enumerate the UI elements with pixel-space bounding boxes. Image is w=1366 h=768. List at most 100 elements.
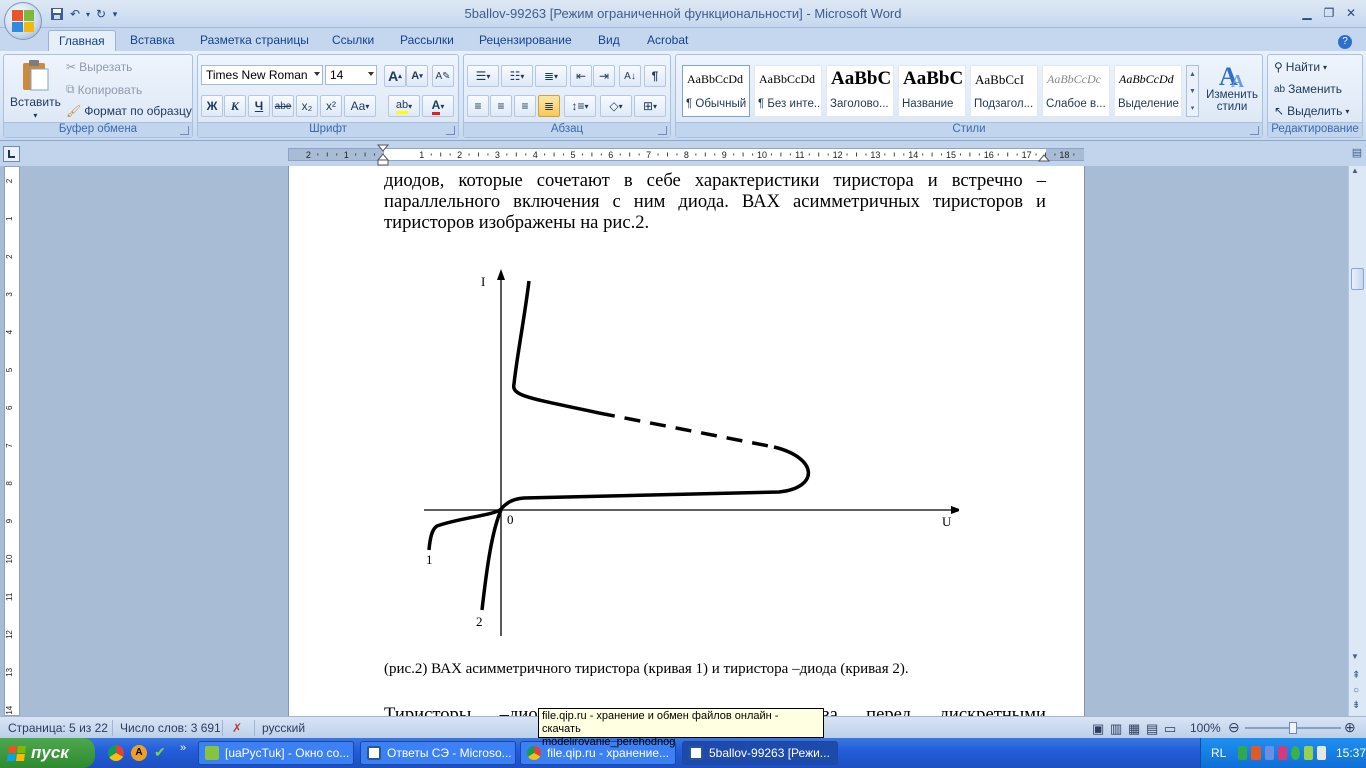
scroll-up-icon[interactable]: ▲ <box>1351 166 1359 175</box>
zoom-slider[interactable] <box>1245 722 1341 734</box>
bold-button[interactable]: Ж <box>201 95 223 117</box>
numbering-button[interactable]: ☷ ▾ <box>501 65 533 87</box>
copy-button[interactable]: ⧉ Копировать <box>66 82 142 97</box>
vertical-scrollbar[interactable]: ▲ ▼ ⇞ ○ ⇟ <box>1348 166 1366 716</box>
tab-review[interactable]: Рецензирование <box>469 30 582 51</box>
clipboard-dialog-launcher-icon[interactable] <box>180 126 189 135</box>
decrease-indent-button[interactable]: ⇤ <box>570 65 592 87</box>
document-area[interactable]: диодов, которые сочетают в себе характер… <box>21 166 1347 716</box>
style-heading[interactable]: AaBbC Заголово... <box>826 65 894 117</box>
quick-launch-more-icon[interactable]: » <box>180 742 186 754</box>
find-button[interactable]: ⚲ Найти ▾ <box>1274 60 1327 74</box>
format-painter-button[interactable]: 🖌 Формат по образцу <box>66 104 192 118</box>
office-button[interactable] <box>4 2 42 40</box>
browse-object-icon[interactable]: ○ <box>1353 685 1359 696</box>
taskbar-item[interactable]: Ответы СЭ - Microso... <box>360 741 516 765</box>
change-styles-button[interactable]: AA Изменить стили <box>1204 61 1260 113</box>
qip-tray-icon[interactable] <box>1303 746 1313 760</box>
zoom-in-icon[interactable]: ⊕ <box>1344 719 1356 736</box>
superscript-button[interactable]: x² <box>320 95 342 117</box>
web-layout-view-icon[interactable]: ▦ <box>1128 721 1140 737</box>
help-icon[interactable]: ? <box>1334 30 1356 51</box>
font-color-button[interactable]: A ▾ <box>422 95 454 117</box>
messenger-icon[interactable] <box>1290 746 1300 760</box>
style-title[interactable]: AaBbC Название <box>898 65 966 117</box>
app-tray-icon[interactable] <box>1277 746 1287 760</box>
style-emphasis[interactable]: AaBbCcDd Выделение <box>1114 65 1182 117</box>
increase-indent-button[interactable]: ⇥ <box>593 65 615 87</box>
next-page-icon[interactable]: ⇟ <box>1352 700 1360 711</box>
multilevel-list-button[interactable]: ≣ ▾ <box>535 65 567 87</box>
full-screen-reading-view-icon[interactable]: ▥ <box>1110 721 1122 737</box>
tab-insert[interactable]: Вставка <box>120 30 185 51</box>
page-indicator[interactable]: Страница: 5 из 22 <box>8 721 108 735</box>
vertical-ruler[interactable]: 212345678910111213141516 <box>4 166 20 716</box>
scroll-down-icon[interactable]: ▼ <box>1351 652 1359 661</box>
word-count[interactable]: Число слов: 3 691 <box>120 721 221 735</box>
print-layout-view-icon[interactable]: ▣ <box>1092 721 1104 737</box>
tab-references[interactable]: Ссылки <box>322 30 384 51</box>
paste-button[interactable]: Вставить ▾ <box>10 59 61 120</box>
shading-button[interactable]: ◇ ▾ <box>600 95 632 117</box>
clear-formatting-button[interactable]: A✎ <box>432 65 454 87</box>
previous-page-icon[interactable]: ⇞ <box>1352 670 1360 681</box>
language-indicator[interactable]: RL <box>1211 746 1226 760</box>
style-no-spacing[interactable]: AaBbCcDd ¶ Без инте... <box>754 65 822 117</box>
styles-gallery-scroll[interactable]: ▲ ▼ ▾ <box>1186 65 1199 117</box>
indent-marker-icon[interactable] <box>377 144 389 166</box>
zoom-level[interactable]: 100% <box>1190 721 1221 735</box>
borders-button[interactable]: ⊞ ▾ <box>634 95 666 117</box>
align-right-button[interactable]: ≡ <box>514 95 536 117</box>
clock[interactable]: 15:37 <box>1336 746 1366 760</box>
start-button[interactable]: пуск <box>0 738 95 768</box>
app-tray-icon[interactable] <box>1251 746 1261 760</box>
close-icon[interactable]: ✕ <box>1340 4 1362 22</box>
taskbar-item[interactable]: [uaPycTuk] - Окно со... <box>198 741 354 765</box>
show-marks-button[interactable]: ¶ <box>644 65 666 87</box>
tab-home[interactable]: Главная <box>48 30 116 51</box>
chrome-icon[interactable] <box>108 745 124 761</box>
highlight-button[interactable]: ab ▾ <box>388 95 420 117</box>
restore-icon[interactable]: ❐ <box>1318 4 1340 22</box>
justify-button[interactable]: ≣ <box>538 95 560 117</box>
right-indent-marker-icon[interactable] <box>1038 152 1050 162</box>
tab-mailings[interactable]: Рассылки <box>390 30 464 51</box>
safely-remove-icon[interactable] <box>1316 746 1326 760</box>
cut-button[interactable]: ✂ Вырезать <box>66 60 132 74</box>
zoom-out-icon[interactable]: ⊖ <box>1228 719 1240 736</box>
tab-selector-icon[interactable] <box>3 146 20 162</box>
change-case-button[interactable]: Aa ▾ <box>344 95 376 117</box>
scroll-thumb[interactable] <box>1351 268 1364 290</box>
qip-icon[interactable]: ✔ <box>154 744 166 761</box>
shrink-font-button[interactable]: A ▾ <box>406 65 428 87</box>
horizontal-ruler[interactable]: 2 1 1 2 3 4 5 6 7 8 9 10 11 12 13 14 15 16 17 18 <box>288 148 1084 161</box>
align-left-button[interactable]: ≡ <box>467 95 489 117</box>
style-subtitle[interactable]: AaBbCcI Подзагол... <box>970 65 1038 117</box>
aimp-icon[interactable]: A <box>131 745 147 761</box>
tab-acrobat[interactable]: Acrobat <box>637 30 698 51</box>
select-button[interactable]: ↖ Выделить ▾ <box>1274 104 1349 118</box>
spelling-check-icon[interactable]: ✗ <box>232 721 242 735</box>
strikethrough-button[interactable]: abe <box>272 95 294 117</box>
document-page[interactable]: диодов, которые сочетают в себе характер… <box>289 166 1084 716</box>
replace-button[interactable]: ab Заменить <box>1274 82 1342 96</box>
language-indicator[interactable]: русский <box>262 721 305 735</box>
outline-view-icon[interactable]: ▤ <box>1146 721 1158 737</box>
style-subtle-emphasis[interactable]: AaBbCcDc Слабое в... <box>1042 65 1110 117</box>
minimize-icon[interactable]: ▁ <box>1296 4 1318 22</box>
tab-page-layout[interactable]: Разметка страницы <box>190 30 319 51</box>
network-icon[interactable] <box>1238 746 1248 760</box>
view-ruler-icon[interactable]: ▤ <box>1349 146 1365 164</box>
style-normal[interactable]: AaBbCcDd ¶ Обычный <box>682 65 750 117</box>
bullets-button[interactable]: ☰ ▾ <box>467 65 499 87</box>
grow-font-button[interactable]: A ▴ <box>384 65 406 87</box>
align-center-button[interactable]: ≡ <box>490 95 512 117</box>
volume-icon[interactable] <box>1264 746 1274 760</box>
sort-button[interactable]: A↓ <box>619 65 641 87</box>
italic-button[interactable]: К <box>224 95 246 117</box>
underline-button[interactable]: Ч <box>248 95 270 117</box>
draft-view-icon[interactable]: ▭ <box>1164 721 1176 737</box>
font-name-combo[interactable]: Times New Roman <box>201 65 323 85</box>
line-spacing-button[interactable]: ↕≡ ▾ <box>564 95 596 117</box>
vax-figure[interactable]: I U 0 1 2 <box>399 266 959 646</box>
